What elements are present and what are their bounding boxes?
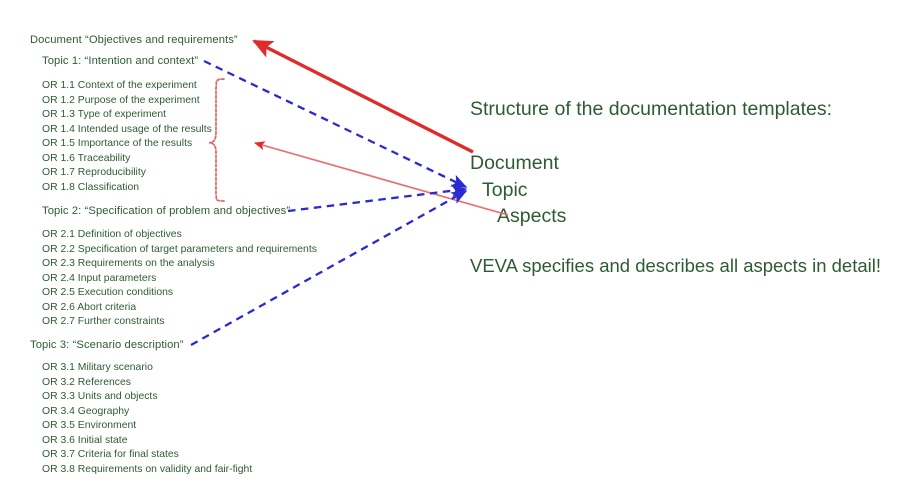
- legend-heading: Structure of the documentation templates…: [470, 98, 833, 120]
- aspect-item: OR 1.5 Importance of the results: [42, 138, 193, 149]
- aspect-item: OR 1.2 Purpose of the experiment: [42, 94, 200, 106]
- document-title: Document “Objectives and requirements”: [30, 34, 238, 46]
- aspect-item: OR 2.4 Input parameters: [42, 272, 157, 284]
- level-label-topic: Topic: [482, 179, 528, 201]
- topic-3-label: Topic 3: “Scenario description”: [30, 339, 184, 351]
- aspect-item: OR 3.7 Criteria for final states: [42, 449, 179, 460]
- aspect-item: OR 3.8 Requirements on validity and fair…: [42, 463, 253, 475]
- level-label-document: Document: [470, 152, 559, 174]
- level-label-aspects: Aspects: [497, 205, 567, 227]
- document-outline: Document “Objectives and requirements” T…: [0, 0, 430, 500]
- aspect-item: OR 2.6 Abort criteria: [42, 301, 137, 313]
- aspect-item: OR 3.1 Military scenario: [42, 362, 153, 373]
- conclusion-text: VEVA specifies and describes all aspects…: [470, 255, 881, 276]
- topic-1-label: Topic 1: “Intention and context”: [42, 55, 199, 67]
- aspect-item: OR 1.8 Classification: [42, 181, 140, 193]
- legend-panel: Structure of the documentation templates…: [448, 0, 900, 500]
- aspect-item: OR 1.3 Type of experiment: [42, 109, 166, 120]
- aspect-item: OR 2.5 Execution conditions: [42, 287, 174, 298]
- aspect-item: OR 2.1 Definition of objectives: [42, 229, 182, 240]
- aspect-item: OR 3.2 References: [42, 376, 131, 388]
- slide-canvas: Document “Objectives and requirements” T…: [0, 0, 900, 500]
- aspect-item: OR 3.5 Environment: [42, 420, 137, 431]
- aspect-item: OR 3.3 Units and objects: [42, 391, 158, 402]
- topic-2-label: Topic 2: “Specification of problem and o…: [42, 205, 291, 217]
- aspect-item: OR 3.4 Geography: [42, 405, 130, 417]
- aspect-item: OR 2.2 Specification of target parameter…: [42, 243, 317, 255]
- aspect-item: OR 2.3 Requirements on the analysis: [42, 258, 215, 269]
- aspect-item: OR 3.6 Initial state: [42, 434, 128, 446]
- aspect-item: OR 2.7 Further constraints: [42, 316, 165, 327]
- aspect-item: OR 1.1 Context of the experiment: [42, 80, 197, 91]
- aspect-item: OR 1.7 Reproducibility: [42, 167, 146, 178]
- aspect-item: OR 1.4 Intended usage of the results: [42, 123, 212, 135]
- aspect-item: OR 1.6 Traceability: [42, 152, 131, 164]
